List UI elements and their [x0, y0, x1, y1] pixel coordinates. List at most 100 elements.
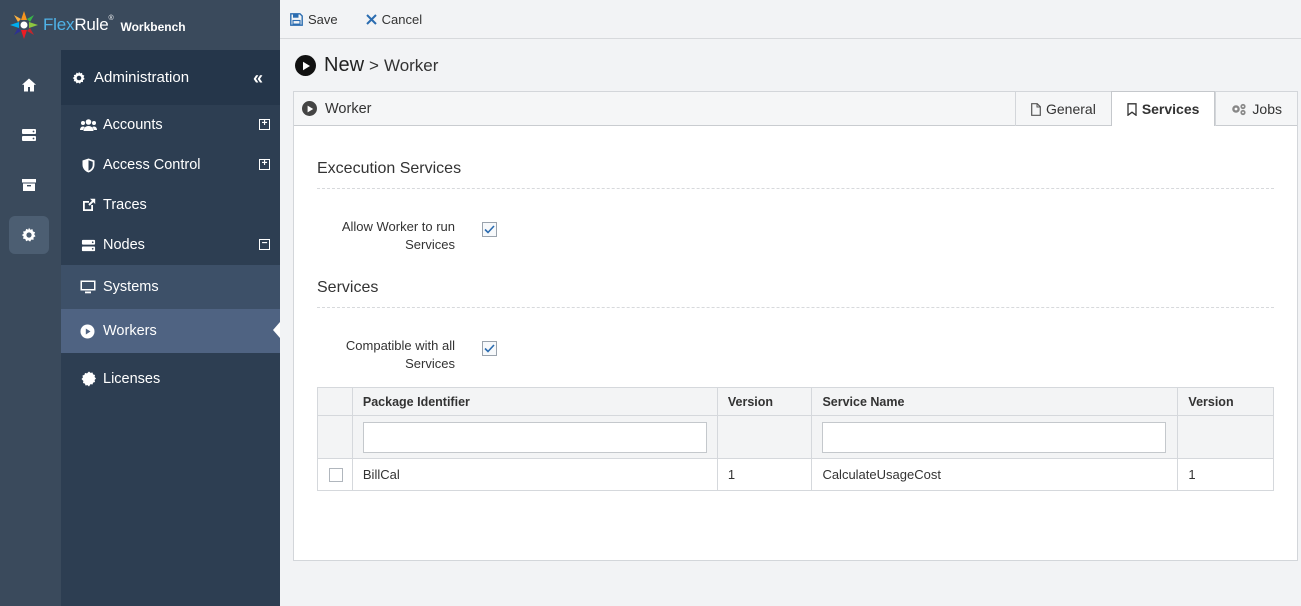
play-circle-icon — [80, 323, 97, 340]
section-divider — [317, 307, 1274, 308]
filter-row — [317, 415, 1274, 459]
allow-worker-checkbox[interactable] — [482, 222, 497, 237]
certificate-icon — [80, 371, 97, 388]
flexrule-logo-icon — [8, 9, 40, 41]
gear-icon[interactable] — [9, 216, 49, 254]
worker-panel: Worker General Services Jobs Excecution … — [293, 91, 1298, 561]
panel-header: Worker General Services Jobs — [294, 91, 1297, 126]
service-filter-input[interactable] — [822, 421, 1167, 453]
table-header-row: Package Identifier Version Service Name … — [317, 387, 1274, 416]
brand-name: FlexRule® — [43, 15, 114, 34]
gear-icon — [72, 71, 86, 85]
label-line: Services — [405, 237, 455, 252]
sidebar-item-label: Systems — [103, 279, 159, 295]
top-toolbar: Save Cancel — [280, 0, 1301, 39]
sidebar-item-access-control[interactable]: Access Control + — [61, 145, 280, 185]
section-divider — [317, 188, 1274, 189]
sidebar-item-label: Licenses — [103, 371, 161, 387]
label-line: Allow Worker to run — [341, 219, 455, 234]
shield-icon — [80, 157, 97, 174]
filter-cell — [1177, 415, 1274, 459]
play-circle-icon — [295, 55, 316, 76]
services-table: Package Identifier Version Service Name … — [317, 387, 1274, 491]
file-icon — [1031, 102, 1041, 116]
filter-cell — [811, 415, 1179, 459]
sidebar-item-label: Accounts — [103, 117, 163, 133]
sidebar-item-traces[interactable]: Traces — [61, 185, 280, 225]
row-checkbox[interactable] — [329, 467, 343, 482]
collapse-icon[interactable]: − — [259, 239, 270, 250]
column-header-select — [317, 387, 353, 416]
save-label: Save — [308, 11, 338, 27]
brand-logo: FlexRule® Workbench — [0, 0, 280, 50]
table-row[interactable]: BillCal 1 CalculateUsageCost 1 — [317, 458, 1274, 491]
collapse-sidebar-icon[interactable]: « — [253, 68, 263, 89]
compatible-services-checkbox[interactable] — [482, 341, 497, 356]
filter-cell — [317, 415, 353, 459]
sidebar-item-licenses[interactable]: Licenses — [61, 356, 280, 402]
compatible-services-label: Compatible with all Services — [315, 337, 455, 373]
column-header-service-name[interactable]: Service Name — [811, 387, 1179, 416]
allow-worker-label: Allow Worker to run Services — [315, 218, 455, 254]
monitor-icon — [80, 279, 97, 296]
sidebar-item-label: Traces — [103, 197, 147, 213]
server-icon[interactable] — [9, 116, 49, 154]
tab-label: Jobs — [1252, 101, 1282, 117]
breadcrumb-separator: > — [369, 55, 379, 75]
tab-services[interactable]: Services — [1110, 91, 1216, 126]
tab-label: General — [1046, 101, 1096, 117]
sidebar-item-label: Workers — [103, 323, 157, 339]
column-header-service-version[interactable]: Version — [1177, 387, 1274, 416]
tab-label: Services — [1141, 101, 1200, 117]
tab-jobs[interactable]: Jobs — [1215, 92, 1297, 126]
floppy-disk-icon — [290, 12, 303, 26]
page-title-entity: Worker — [383, 55, 439, 75]
section-title-execution: Excecution Services — [317, 160, 462, 177]
icon-rail — [0, 0, 61, 606]
sidebar-item-accounts[interactable]: Accounts + — [61, 105, 280, 145]
server-icon — [80, 237, 97, 254]
cogs-icon — [1231, 103, 1247, 116]
service-name-cell: CalculateUsageCost — [811, 458, 1179, 491]
label-line: Compatible with all — [345, 338, 455, 353]
expand-icon[interactable]: + — [259, 159, 270, 170]
section-title-services: Services — [317, 279, 379, 296]
label-line: Services — [405, 356, 455, 371]
page-title: New > Worker — [295, 54, 438, 77]
panel-title: Worker — [325, 100, 372, 117]
filter-cell — [351, 415, 718, 459]
column-header-package[interactable]: Package Identifier — [351, 387, 718, 416]
check-icon — [484, 225, 495, 234]
sidebar-item-systems[interactable]: Systems — [61, 265, 280, 309]
brand-subtitle: Workbench — [120, 19, 186, 34]
close-icon — [365, 13, 377, 25]
check-icon — [484, 344, 495, 353]
play-circle-icon — [302, 101, 317, 116]
column-header-version[interactable]: Version — [716, 387, 813, 416]
sidebar-item-nodes[interactable]: Nodes − — [61, 225, 280, 265]
archive-icon[interactable] — [9, 166, 49, 204]
version-cell: 1 — [716, 458, 813, 491]
cancel-button[interactable]: Cancel — [365, 11, 423, 27]
save-button[interactable]: Save — [290, 12, 338, 27]
row-select-cell — [317, 458, 353, 491]
bookmark-icon — [1127, 102, 1137, 116]
page-title-new: New — [324, 54, 365, 76]
sidebar-item-label: Access Control — [103, 157, 201, 173]
panel-tabs: General Services Jobs — [1015, 91, 1297, 126]
cancel-label: Cancel — [381, 11, 423, 27]
nodes-submenu: Systems Workers — [61, 265, 280, 353]
home-icon[interactable] — [9, 66, 49, 104]
tab-general[interactable]: General — [1015, 92, 1111, 126]
package-filter-input[interactable] — [362, 421, 707, 453]
sidebar-item-label: Nodes — [103, 237, 145, 253]
package-cell: BillCal — [351, 458, 718, 491]
sidebar-header: Administration « — [61, 50, 280, 105]
users-icon — [80, 117, 97, 134]
expand-icon[interactable]: + — [259, 119, 270, 130]
sidebar-title: Administration — [94, 69, 190, 86]
sidebar-item-workers[interactable]: Workers — [61, 309, 280, 353]
filter-cell — [716, 415, 813, 459]
admin-sidebar: Administration « Accounts + Access Contr… — [61, 50, 280, 606]
service-version-cell: 1 — [1177, 458, 1274, 491]
